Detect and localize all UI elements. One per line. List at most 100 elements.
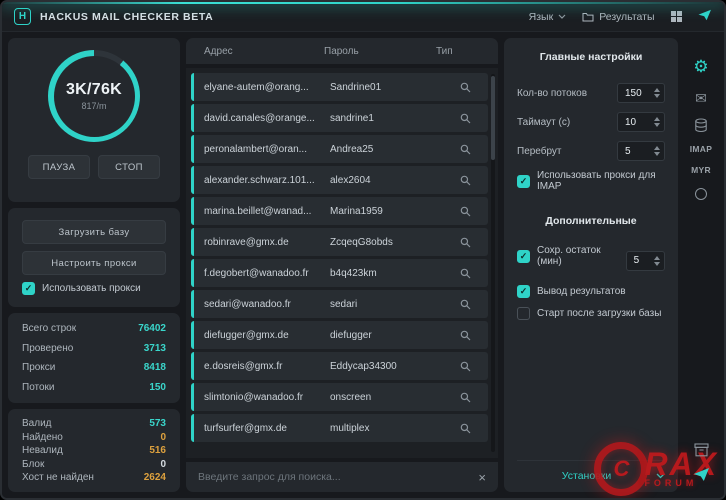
table-row[interactable]: peronalambert@oran...Andrea25	[191, 135, 488, 163]
row-password: Andrea25	[330, 144, 442, 155]
titlebar: H HACKUS MAIL CHECKER BETA Язык Результа…	[2, 2, 724, 32]
stat-row: Блок0	[22, 459, 166, 470]
checkbox-box[interactable]	[517, 307, 530, 320]
spinner-arrows[interactable]	[654, 256, 660, 266]
row-search-icon[interactable]	[442, 299, 488, 310]
brute-spinner[interactable]: 5	[617, 141, 665, 161]
stats-card: Всего строк76402Проверено3713Прокси8418П…	[8, 313, 180, 403]
gear-icon[interactable]: ⚙	[693, 58, 708, 75]
folder-icon	[582, 12, 594, 22]
table-header: Адрес Пароль Тип	[186, 38, 498, 64]
use-proxy-checkbox[interactable]: Использовать прокси	[22, 282, 166, 295]
scrollbar-thumb[interactable]	[491, 76, 495, 160]
settings-footer: Установки	[517, 460, 665, 482]
table-row[interactable]: sedari@wanadoo.frsedari	[191, 290, 488, 318]
save-rest-checkbox[interactable]: Сохр. остаток (мин)	[517, 245, 626, 267]
row-address: turfsurfer@gmx.de	[204, 423, 330, 434]
row-search-icon[interactable]	[442, 268, 488, 279]
row-address: alexander.schwarz.101...	[204, 175, 330, 186]
row-password: sedari	[330, 299, 442, 310]
stat-row: Прокси8418	[22, 362, 166, 373]
results-folder-button[interactable]: Результаты	[582, 11, 654, 23]
windows-icon[interactable]	[671, 11, 683, 23]
table-row[interactable]: marina.beillet@wanad...Marina1959	[191, 197, 488, 225]
row-password: multiplex	[330, 423, 442, 434]
settings-title: Главные настройки	[517, 51, 665, 63]
table-row[interactable]: slimtonio@wanadoo.fronscreen	[191, 383, 488, 411]
app-logo: H	[14, 8, 31, 25]
table-row[interactable]: diefugger@gmx.dediefugger	[191, 321, 488, 349]
table-row[interactable]: elyane-autem@orang...Sandrine01	[191, 73, 488, 101]
table-row[interactable]: robinrave@gmx.deZcqeqG8obds	[191, 228, 488, 256]
results-label: Результаты	[599, 11, 654, 23]
brute-field: Перебрут 5	[517, 141, 665, 161]
sidebar-item-myr[interactable]: MYR	[691, 165, 711, 175]
chevron-down-icon	[558, 14, 566, 19]
row-password: b4q423km	[330, 268, 442, 279]
row-search-icon[interactable]	[442, 237, 488, 248]
settings-panel: Главные настройки Кол-во потоков 150 Тай…	[504, 38, 678, 492]
checkbox-box[interactable]	[517, 285, 530, 298]
save-rest-row: Сохр. остаток (мин) 5	[517, 245, 665, 276]
progress-card: 3K/76K 817/m ПАУЗА СТОП	[8, 38, 180, 202]
language-menu[interactable]: Язык	[529, 11, 567, 23]
row-password: Sandrine01	[330, 82, 442, 93]
row-search-icon[interactable]	[442, 392, 488, 403]
row-search-icon[interactable]	[442, 361, 488, 372]
stat-row: Проверено3713	[22, 343, 166, 354]
stat-row: Хост не найден2624	[22, 472, 166, 483]
row-address: david.canales@orange...	[204, 113, 330, 124]
row-search-icon[interactable]	[442, 175, 488, 186]
row-search-icon[interactable]	[442, 113, 488, 124]
checkbox-box[interactable]	[517, 175, 530, 188]
mail-icon[interactable]: ✉	[695, 91, 707, 105]
language-label: Язык	[529, 11, 554, 23]
send-icon[interactable]	[698, 9, 712, 24]
spinner-arrows[interactable]	[654, 146, 660, 156]
database-icon[interactable]	[694, 118, 708, 133]
archive-box-icon[interactable]	[694, 443, 709, 457]
table-row[interactable]: e.dosreis@gmx.frEddycap34300	[191, 352, 488, 380]
pause-button[interactable]: ПАУЗА	[28, 155, 90, 179]
row-address: slimtonio@wanadoo.fr	[204, 392, 330, 403]
row-address: diefugger@gmx.de	[204, 330, 330, 341]
column-address: Адрес	[204, 46, 324, 57]
row-search-icon[interactable]	[442, 206, 488, 217]
load-base-button[interactable]: Загрузить базу	[22, 220, 166, 244]
spinner-arrows[interactable]	[654, 117, 660, 127]
stop-button[interactable]: СТОП	[98, 155, 160, 179]
start-after-load-checkbox[interactable]: Старт после загрузки базы	[517, 307, 665, 320]
scrollbar-track[interactable]	[491, 74, 495, 452]
stat-row: Найдено0	[22, 432, 166, 443]
row-search-icon[interactable]	[442, 82, 488, 93]
controls-card: Загрузить базу Настроить прокси Использо…	[8, 208, 180, 307]
table-row[interactable]: f.degobert@wanadoo.frb4q423km	[191, 259, 488, 287]
sidebar-item-imap[interactable]: IMAP	[690, 144, 712, 154]
row-search-icon[interactable]	[442, 144, 488, 155]
chevron-down-icon[interactable]	[656, 473, 665, 479]
circle-icon[interactable]	[695, 188, 707, 200]
configure-proxy-button[interactable]: Настроить прокси	[22, 251, 166, 275]
clear-search-icon[interactable]: ×	[478, 471, 486, 484]
threads-field: Кол-во потоков 150	[517, 83, 665, 103]
imap-proxy-checkbox[interactable]: Использовать прокси для IMAP	[517, 170, 665, 192]
table-row[interactable]: alexander.schwarz.101...alex2604	[191, 166, 488, 194]
progress-ring: 3K/76K 817/m	[48, 50, 140, 142]
timeout-field: Таймаут (с) 10	[517, 112, 665, 132]
row-search-icon[interactable]	[442, 423, 488, 434]
table-row[interactable]: david.canales@orange...sandrine1	[191, 104, 488, 132]
spinner-arrows[interactable]	[654, 88, 660, 98]
save-rest-spinner[interactable]: 5	[626, 251, 665, 271]
threads-spinner[interactable]: 150	[617, 83, 665, 103]
search-input[interactable]	[198, 471, 470, 483]
app-window: H HACKUS MAIL CHECKER BETA Язык Результа…	[0, 0, 726, 500]
telegram-plane-icon[interactable]	[693, 467, 710, 482]
checkbox-box[interactable]	[22, 282, 35, 295]
output-results-checkbox[interactable]: Вывод результатов	[517, 285, 665, 298]
row-password: ZcqeqG8obds	[330, 237, 442, 248]
checkbox-box[interactable]	[517, 250, 530, 263]
table-row[interactable]: turfsurfer@gmx.demultiplex	[191, 414, 488, 442]
row-search-icon[interactable]	[442, 330, 488, 341]
installs-link[interactable]: Установки	[517, 470, 656, 482]
timeout-spinner[interactable]: 10	[617, 112, 665, 132]
